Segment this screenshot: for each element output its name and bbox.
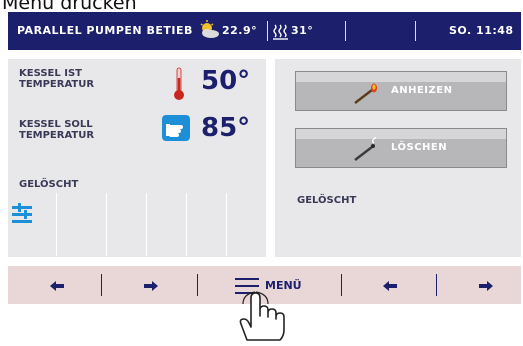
match-smoke-icon bbox=[352, 134, 382, 163]
divider bbox=[345, 21, 346, 41]
set-temp-label-line2: TEMPERATUR bbox=[19, 130, 95, 141]
actual-temp-value: 50° bbox=[201, 66, 251, 96]
tap-hand-icon bbox=[233, 290, 297, 342]
top-status-bar: PARALLEL PUMPEN BETIEB 22.9° 31° SO. 11:… bbox=[8, 12, 521, 50]
nav-divider bbox=[436, 274, 437, 296]
operation-status: PARALLEL PUMPEN BETIEB bbox=[17, 24, 193, 37]
radiator-icon bbox=[273, 12, 289, 50]
hand-pointer-icon[interactable] bbox=[162, 115, 190, 141]
button-highlight bbox=[296, 129, 506, 139]
mixer-icon bbox=[10, 203, 34, 225]
grid-cell bbox=[106, 193, 146, 256]
set-temp-label-line1: KESSEL SOLL bbox=[19, 119, 93, 130]
grid-cell bbox=[56, 193, 96, 256]
nav-left-arrow-icon[interactable] bbox=[383, 278, 397, 292]
actual-temp-label-line1: KESSEL IST bbox=[19, 68, 82, 79]
divider bbox=[267, 21, 268, 41]
date-time: SO. 11:48 bbox=[449, 24, 514, 37]
nav-divider bbox=[197, 274, 198, 296]
nav-divider bbox=[341, 274, 342, 296]
nav-right-arrow-icon[interactable] bbox=[479, 278, 493, 292]
outdoor-temperature: 22.9° bbox=[222, 24, 258, 37]
match-lit-icon bbox=[352, 80, 382, 106]
extinguish-button[interactable]: LÖSCHEN bbox=[295, 128, 507, 168]
button-highlight bbox=[296, 72, 506, 82]
status-left: GELÖSCHT bbox=[19, 179, 79, 190]
ignite-button[interactable]: ANHEIZEN bbox=[295, 71, 507, 111]
thermometer-icon bbox=[172, 66, 186, 102]
extinguish-label: LÖSCHEN bbox=[391, 142, 448, 153]
set-temp-value[interactable]: 85° bbox=[201, 113, 250, 143]
actual-temp-label: KESSEL IST TEMPERATUR bbox=[19, 68, 94, 90]
grid-cell bbox=[146, 193, 186, 256]
actual-temp-label-line2: TEMPERATUR bbox=[19, 79, 95, 90]
nav-right-arrow-icon[interactable] bbox=[144, 278, 158, 292]
divider bbox=[415, 21, 416, 41]
ignite-label: ANHEIZEN bbox=[391, 85, 453, 96]
heating-temperature: 31° bbox=[291, 24, 314, 37]
grid-cell bbox=[226, 193, 266, 256]
status-right: GELÖSCHT bbox=[297, 195, 357, 206]
nav-divider bbox=[101, 274, 102, 296]
weather-icon bbox=[198, 12, 220, 50]
set-temp-label[interactable]: KESSEL SOLL TEMPERATUR bbox=[19, 119, 94, 141]
nav-left-arrow-icon[interactable] bbox=[50, 278, 64, 292]
grid-cell bbox=[186, 193, 226, 256]
